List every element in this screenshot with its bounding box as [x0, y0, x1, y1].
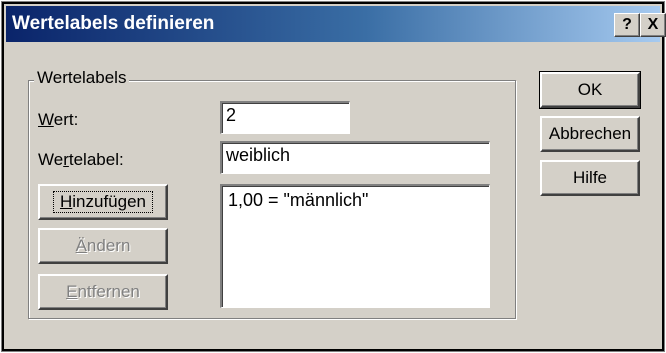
value-labels-list[interactable]: 1,00 = "männlich": [220, 184, 490, 308]
cancel-button[interactable]: Abbrechen: [540, 116, 640, 152]
change-button[interactable]: Ändern: [38, 228, 168, 264]
remove-button[interactable]: Entfernen: [38, 274, 168, 310]
help-button[interactable]: Hilfe: [540, 160, 640, 196]
ok-button[interactable]: OK: [539, 71, 641, 109]
group-legend: Wertelabels: [34, 68, 130, 88]
value-input[interactable]: 2: [220, 101, 350, 134]
close-icon[interactable]: X: [640, 13, 666, 37]
add-button[interactable]: Hinzufügen: [38, 184, 168, 220]
valuelabel-label: Wertelabel:: [38, 150, 124, 169]
value-label: Wert:: [38, 110, 79, 129]
title-bar[interactable]: Wertelabels definieren ? X: [6, 6, 666, 42]
dialog-title: Wertelabels definieren: [12, 13, 215, 34]
help-icon[interactable]: ?: [614, 13, 640, 37]
valuelabel-input[interactable]: weiblich: [220, 141, 490, 174]
list-item[interactable]: 1,00 = "männlich": [228, 190, 483, 211]
dialog-window: Wertelabels definieren ? X Wertelabels W…: [1, 1, 666, 352]
